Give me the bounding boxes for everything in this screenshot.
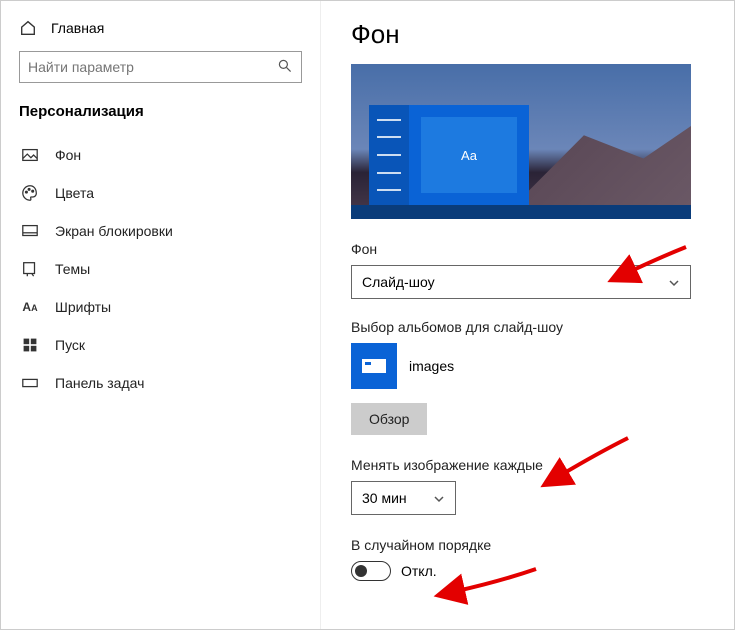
sidebar-item-colors[interactable]: Цвета — [19, 174, 302, 212]
nav-home-label: Главная — [51, 20, 104, 36]
palette-icon — [21, 184, 39, 202]
interval-value: 30 мин — [362, 490, 407, 506]
interval-dropdown[interactable]: 30 мин — [351, 481, 456, 515]
sidebar-item-start[interactable]: Пуск — [19, 326, 302, 364]
background-dropdown-value: Слайд-шоу — [362, 274, 435, 290]
sidebar-item-themes[interactable]: Темы — [19, 250, 302, 288]
search-field[interactable] — [28, 59, 277, 75]
start-icon — [21, 336, 39, 354]
sidebar-item-label: Шрифты — [55, 299, 111, 315]
browse-button[interactable]: Обзор — [351, 403, 427, 435]
main-panel: Фон Aa Фон Слайд-шоу Выбор альбомов для … — [321, 1, 734, 629]
chevron-down-icon — [433, 492, 445, 504]
lockscreen-icon — [21, 222, 39, 240]
interval-label: Менять изображение каждые — [351, 457, 704, 473]
chevron-down-icon — [668, 276, 680, 288]
sidebar-item-label: Экран блокировки — [55, 223, 173, 239]
preview-start-menu: Aa — [369, 105, 529, 205]
sidebar-item-taskbar[interactable]: Панель задач — [19, 364, 302, 402]
sidebar: Главная Персонализация Фон — [1, 1, 321, 629]
sidebar-item-label: Пуск — [55, 337, 85, 353]
search-input[interactable] — [19, 51, 302, 83]
shuffle-state: Откл. — [401, 563, 437, 579]
album-thumbnail — [351, 343, 397, 389]
sidebar-section-title: Персонализация — [19, 103, 302, 120]
sidebar-item-label: Фон — [55, 147, 81, 163]
toggle-knob — [355, 565, 367, 577]
background-dropdown[interactable]: Слайд-шоу — [351, 265, 691, 299]
background-label: Фон — [351, 241, 704, 257]
album-row[interactable]: images — [351, 343, 704, 389]
album-name: images — [409, 358, 454, 374]
home-icon — [19, 19, 37, 37]
sidebar-item-lockscreen[interactable]: Экран блокировки — [19, 212, 302, 250]
taskbar-icon — [21, 374, 39, 392]
search-icon — [277, 58, 293, 77]
page-title: Фон — [351, 19, 704, 50]
sidebar-item-label: Темы — [55, 261, 90, 277]
album-label: Выбор альбомов для слайд-шоу — [351, 319, 704, 335]
nav-home[interactable]: Главная — [19, 19, 302, 37]
themes-icon — [21, 260, 39, 278]
sidebar-item-fonts[interactable]: AA Шрифты — [19, 288, 302, 326]
background-preview: Aa — [351, 64, 691, 219]
shuffle-label: В случайном порядке — [351, 537, 704, 553]
preview-taskbar — [351, 205, 691, 219]
sidebar-item-label: Панель задач — [55, 375, 144, 391]
picture-icon — [21, 146, 39, 164]
shuffle-toggle[interactable] — [351, 561, 391, 581]
fonts-icon: AA — [21, 298, 39, 316]
preview-tile: Aa — [421, 117, 517, 193]
sidebar-item-label: Цвета — [55, 185, 94, 201]
sidebar-item-background[interactable]: Фон — [19, 136, 302, 174]
